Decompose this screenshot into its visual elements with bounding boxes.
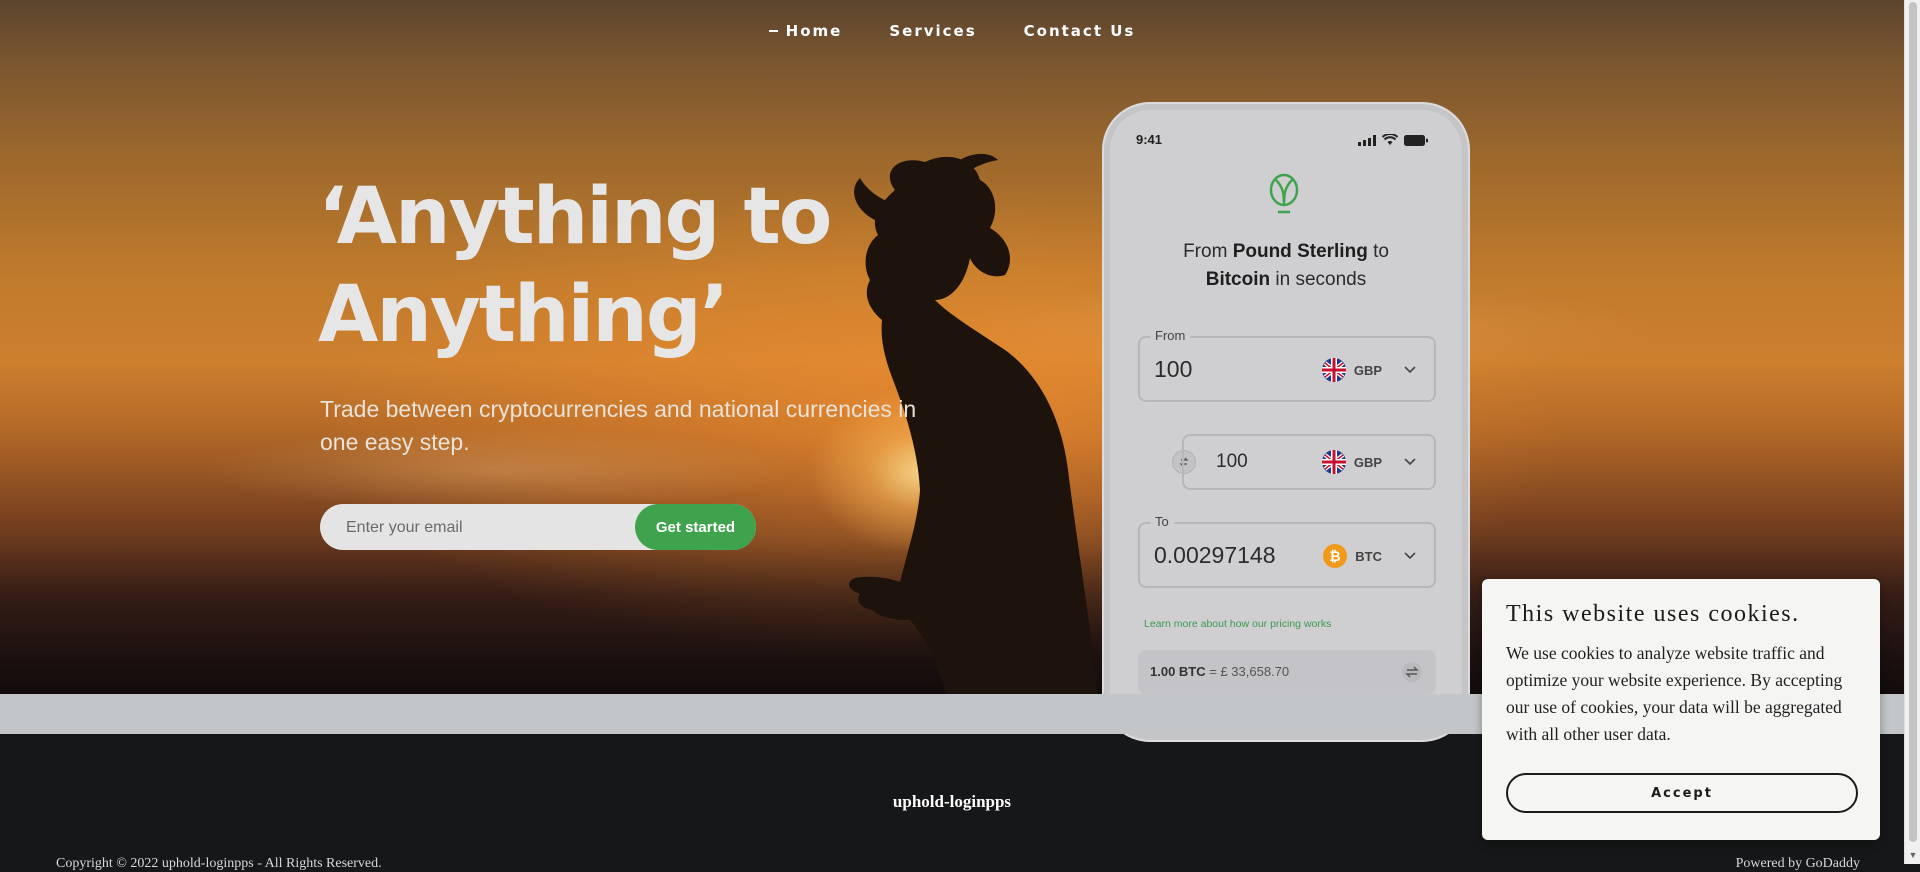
email-input[interactable] [344,504,638,552]
to-currency-code: BTC [1355,548,1382,564]
svg-text:₿: ₿ [1330,549,1341,565]
footer-powered-by[interactable]: Powered by GoDaddy [1736,856,1860,872]
exchange-rate: 1.00 BTC = £ 33,658.70 [1150,664,1289,679]
main-nav: Home Services Contact Us [0,22,1904,40]
from-amount: 100 [1154,356,1193,382]
wifi-icon [1382,134,1398,145]
bitcoin-icon: ₿ [1323,544,1348,568]
status-time: 9:41 [1136,132,1163,147]
to-currency-select[interactable]: ₿ BTC [1323,544,1416,568]
swap-icon[interactable] [1402,662,1422,682]
from-field[interactable]: From 100 GBP [1138,328,1436,402]
from-currency-select[interactable]: GBP [1321,358,1416,382]
nav-services-label: Services [889,22,977,40]
uphold-logo-icon [1269,173,1299,214]
title-suffix: in seconds [1270,269,1367,290]
status-icons [1358,134,1428,146]
to-legend: To [1150,514,1174,529]
cookie-body: We use cookies to analyze website traffi… [1506,643,1843,744]
footer-copyright: Copyright © 2022 uphold-loginpps - All R… [56,856,382,871]
nav-home[interactable]: Home [768,22,843,40]
middle-field[interactable]: 100 GBP [1182,434,1436,490]
title-mid: to [1367,241,1389,262]
from-currency-code: GBP [1353,362,1382,378]
pricing-info-link[interactable]: Learn more about how our pricing works [1144,618,1331,630]
title-from-currency: Pound Sterling [1232,241,1368,262]
uk-flag-icon [1321,450,1346,474]
scroll-down-arrow-icon[interactable]: ▼ [1908,850,1918,860]
exchange-rate-bar: 1.00 BTC = £ 33,658.70 [1138,650,1436,694]
hero-headline: ‘Anything to Anything’ [318,172,832,360]
title-prefix: From [1183,241,1233,262]
hero-subhead: Trade between cryptocurrencies and natio… [320,396,917,455]
rate-quote: = £ 33,658.70 [1205,664,1290,679]
from-legend: From [1150,328,1191,343]
middle-currency-code: GBP [1353,454,1382,470]
to-field[interactable]: To 0.00297148 ₿ BTC [1138,514,1436,588]
uk-flag-icon [1321,358,1346,382]
chevron-down-icon [1404,458,1416,466]
scrollbar-thumb[interactable] [1909,2,1917,842]
cookie-banner: This website uses cookies. We use cookie… [1482,579,1880,840]
title-to-currency: Bitcoin [1205,269,1271,290]
chevron-down-icon [1404,552,1416,560]
phone-title: From Pound Sterling to Bitcoin in second… [1104,238,1468,294]
signal-icon [1358,134,1376,146]
nav-contact-us[interactable]: Contact Us [1024,22,1136,40]
battery-icon [1404,134,1428,146]
accept-cookies-button[interactable]: Accept [1506,773,1858,813]
middle-amount: 100 [1216,451,1248,472]
nav-contact-label: Contact Us [1023,22,1136,40]
cookie-title: This website uses cookies. [1506,601,1800,627]
get-started-button[interactable]: Get started [635,504,756,550]
phone-mockup: 9:41 From Pound Sterling to Bitcoin in s… [1102,102,1470,742]
nav-home-label: Home [785,22,843,40]
nav-services[interactable]: Services [889,22,976,40]
chevron-down-icon [1404,366,1416,374]
page-scrollbar[interactable]: ▼ [1904,0,1920,864]
to-amount: 0.00297148 [1154,542,1276,568]
rate-base: 1.00 BTC [1150,664,1206,679]
signup-form: Get started [320,504,756,552]
active-indicator [768,30,778,32]
middle-currency-select[interactable]: GBP [1321,450,1416,474]
